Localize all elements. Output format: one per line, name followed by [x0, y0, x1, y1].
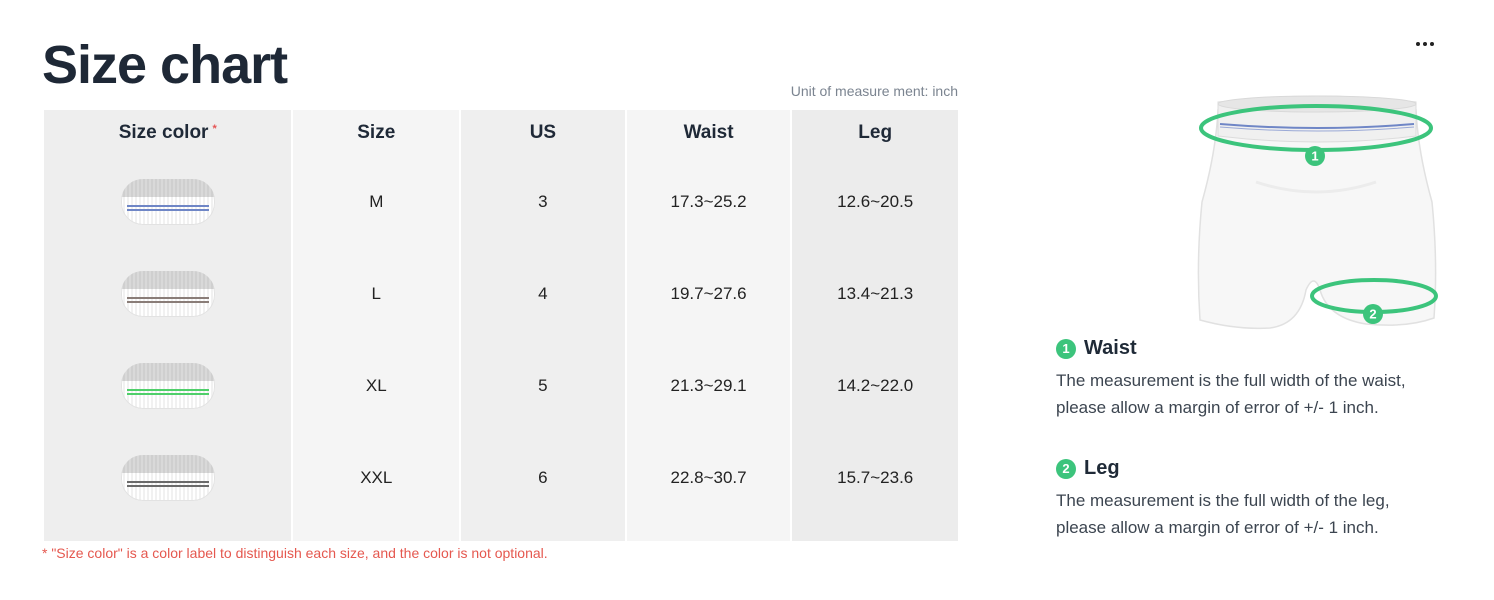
table-cell: 13.4~21.3	[837, 284, 914, 303]
header-size-color: Size color *	[44, 110, 291, 156]
table-cell: 4	[538, 284, 548, 303]
table-cell: 19.7~27.6	[670, 284, 747, 303]
table-cell: 14.2~22.0	[837, 376, 914, 395]
header-leg: Leg	[858, 122, 893, 143]
size-color-swatch-xxl	[120, 455, 215, 501]
table-cell: 12.6~20.5	[837, 192, 914, 211]
unit-note: Unit of measure ment: inch	[790, 83, 958, 99]
table-cell-swatch	[44, 432, 291, 524]
column-waist: Waist 17.3~25.2 19.7~27.6 21.3~29.1 22.8…	[626, 110, 791, 541]
column-us: US 3 4 5 6	[461, 110, 625, 541]
number-1-icon: 1	[1056, 338, 1076, 359]
measurement-waist-heading: 1 Waist	[1056, 337, 1476, 360]
marker-2-label: 2	[1369, 307, 1376, 322]
shorts-measurement-diagram: 1 2	[1197, 95, 1438, 330]
table-cell: XXL	[360, 468, 393, 487]
dot	[1423, 42, 1427, 46]
description-line: The measurement is the full width of the…	[1056, 491, 1390, 510]
measurement-leg-heading: 2 Leg	[1056, 457, 1476, 480]
measurement-waist: 1 Waist The measurement is the full widt…	[1056, 337, 1476, 421]
description-line: please allow a margin of error of +/- 1 …	[1056, 398, 1379, 417]
required-mark: *	[212, 123, 217, 135]
measurement-waist-description: The measurement is the full width of the…	[1056, 367, 1476, 421]
measurement-leg-label: Leg	[1084, 457, 1120, 479]
description-line: The measurement is the full width of the…	[1056, 371, 1406, 390]
column-size-color: Size color *	[44, 110, 292, 541]
size-color-swatch-l	[120, 271, 215, 317]
table-cell-swatch	[44, 340, 291, 432]
number-2-icon: 2	[1056, 458, 1076, 479]
table-cell-swatch	[44, 156, 291, 248]
column-leg: Leg 12.6~20.5 13.4~21.3 14.2~22.0 15.7~2…	[792, 110, 959, 541]
column-size: Size M L XL XXL	[293, 110, 460, 541]
table-cell: XL	[365, 376, 387, 395]
description-line: please allow a margin of error of +/- 1 …	[1056, 518, 1379, 537]
table-cell: 15.7~23.6	[837, 468, 914, 487]
table-cell: L	[371, 284, 381, 303]
table-cell: 21.3~29.1	[670, 376, 747, 395]
measurement-waist-label: Waist	[1084, 337, 1137, 359]
footnote: * "Size color" is a color label to disti…	[42, 545, 548, 561]
header-us: US	[529, 122, 557, 143]
header-size: Size	[357, 122, 396, 143]
table-cell-swatch	[44, 248, 291, 340]
dot	[1430, 42, 1434, 46]
size-table: Size color * Size M L XL XXL US 3 4 5 6 …	[44, 110, 959, 541]
size-chart-page: Size chart Unit of measure ment: inch Si…	[0, 0, 1494, 600]
table-cell: 22.8~30.7	[670, 468, 747, 487]
table-cell: M	[369, 192, 384, 211]
page-title: Size chart	[42, 35, 288, 95]
table-cell: 6	[538, 468, 548, 487]
marker-1-label: 1	[1311, 149, 1318, 164]
size-color-swatch-m	[120, 179, 215, 225]
table-cell: 3	[538, 192, 548, 211]
header-waist: Waist	[683, 122, 734, 143]
table-cell: 17.3~25.2	[670, 192, 747, 211]
size-color-swatch-xl	[120, 363, 215, 409]
dot	[1416, 42, 1420, 46]
table-cell: 5	[538, 376, 548, 395]
header-size-color-label: Size color	[118, 122, 209, 143]
more-options-icon[interactable]	[1408, 34, 1442, 54]
measurement-leg: 2 Leg The measurement is the full width …	[1056, 457, 1476, 541]
measurement-leg-description: The measurement is the full width of the…	[1056, 487, 1476, 541]
